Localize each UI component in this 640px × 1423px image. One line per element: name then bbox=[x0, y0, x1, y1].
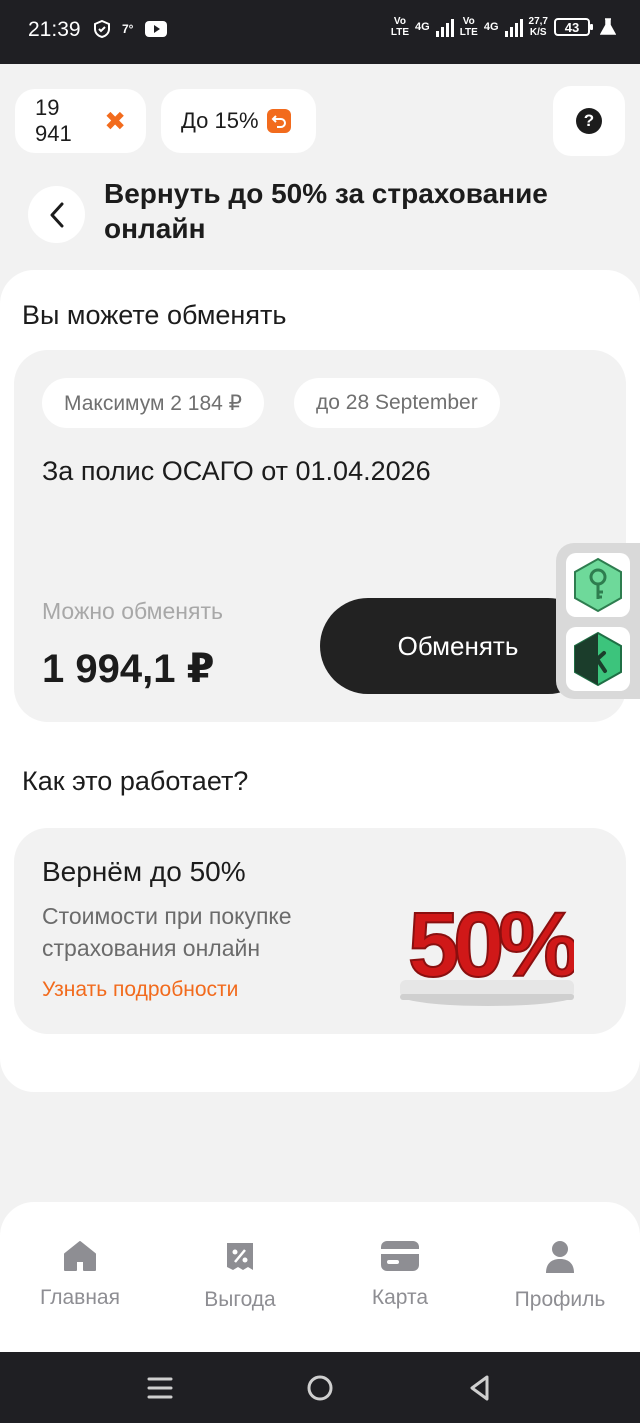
key-icon bbox=[574, 557, 622, 613]
cashback-percent-chip[interactable]: До 15% bbox=[161, 89, 316, 153]
deadline-pill: до 28 September bbox=[294, 378, 500, 428]
page-title: Вернуть до 50% за страхование онлайн bbox=[104, 178, 548, 244]
nav-label-home: Главная bbox=[40, 1286, 120, 1309]
status-time: 21:39 bbox=[28, 18, 81, 41]
nav-item-benefits[interactable]: Выгода bbox=[160, 1240, 320, 1312]
exchange-section-title: Вы можете обменять bbox=[22, 300, 287, 330]
cashback-percent: До 15% bbox=[181, 108, 259, 133]
promo-text: 50% bbox=[408, 894, 574, 996]
nav-label-profile: Профиль bbox=[514, 1288, 606, 1311]
max-amount-pill: Максимум 2 184 ₽ bbox=[42, 378, 265, 428]
how-it-works-title: Как это работает? bbox=[22, 766, 249, 796]
nav-item-home[interactable]: Главная bbox=[0, 1240, 160, 1310]
signal-icon bbox=[435, 17, 454, 37]
can-exchange-label: Можно обменять bbox=[42, 598, 223, 624]
how-card-subtitle: Стоимости при покупке страхования онлайн bbox=[42, 903, 292, 961]
battery-icon: 43 bbox=[554, 18, 593, 36]
how-card-title: Вернём до 50% bbox=[42, 856, 246, 887]
home-icon bbox=[64, 1241, 96, 1271]
how-it-works-card[interactable]: Вернём до 50% Стоимости при покупке стра… bbox=[14, 828, 626, 1034]
network-speed: 27,7 K/S bbox=[528, 16, 548, 38]
floating-side-widget bbox=[556, 543, 640, 699]
youtube-icon bbox=[145, 21, 168, 37]
system-navigation-bar bbox=[0, 1352, 640, 1423]
coins-balance-chip[interactable]: 19 941 ✖ bbox=[15, 89, 146, 153]
card-icon bbox=[381, 1241, 419, 1271]
exchange-button[interactable]: Обменять bbox=[320, 598, 596, 694]
home-circle-icon[interactable] bbox=[306, 1374, 334, 1402]
key-shortcut-button[interactable] bbox=[566, 553, 630, 617]
kaspersky-shortcut-button[interactable] bbox=[566, 627, 630, 691]
bottom-navigation: Главная Выгода Карта Профиль bbox=[0, 1202, 640, 1352]
nav-item-profile[interactable]: Профиль bbox=[480, 1240, 640, 1312]
status-bar: 21:39 7° Vo LTE 4G Vo LTE 4G 27,7 K/S 43 bbox=[0, 0, 640, 64]
return-arrow-icon bbox=[266, 109, 291, 133]
main-sheet: Вы можете обменять Максимум 2 184 ₽ до 2… bbox=[0, 270, 640, 1092]
back-triangle-icon[interactable] bbox=[466, 1374, 494, 1402]
question-icon: ? bbox=[576, 108, 602, 134]
nav-item-card[interactable]: Карта bbox=[320, 1240, 480, 1310]
kaspersky-icon bbox=[574, 631, 622, 687]
exchange-card: Максимум 2 184 ₽ до 28 September За поли… bbox=[14, 350, 626, 722]
learn-more-link[interactable]: Узнать подробности bbox=[42, 978, 238, 1002]
coin-x-icon: ✖ bbox=[104, 105, 126, 136]
policy-description: За полис ОСАГО от 01.04.2026 bbox=[42, 456, 431, 486]
nav-label-card: Карта bbox=[371, 1286, 429, 1309]
back-button[interactable] bbox=[28, 186, 85, 243]
nav-label-benefits: Выгода bbox=[204, 1288, 276, 1311]
temperature: 7° bbox=[122, 22, 134, 36]
help-button[interactable]: ? bbox=[553, 86, 625, 156]
fifty-percent-illustration: 50% bbox=[400, 893, 574, 1006]
profile-icon bbox=[546, 1241, 574, 1273]
discount-icon bbox=[227, 1243, 253, 1270]
flask-icon bbox=[600, 18, 616, 35]
coins-balance: 19 941 bbox=[35, 95, 72, 146]
signal-icon bbox=[504, 17, 523, 37]
recent-apps-icon[interactable] bbox=[146, 1374, 174, 1402]
shield-icon bbox=[94, 20, 110, 38]
exchange-amount: 1 994,1 ₽ bbox=[42, 647, 215, 691]
chevron-left-icon bbox=[50, 202, 63, 227]
